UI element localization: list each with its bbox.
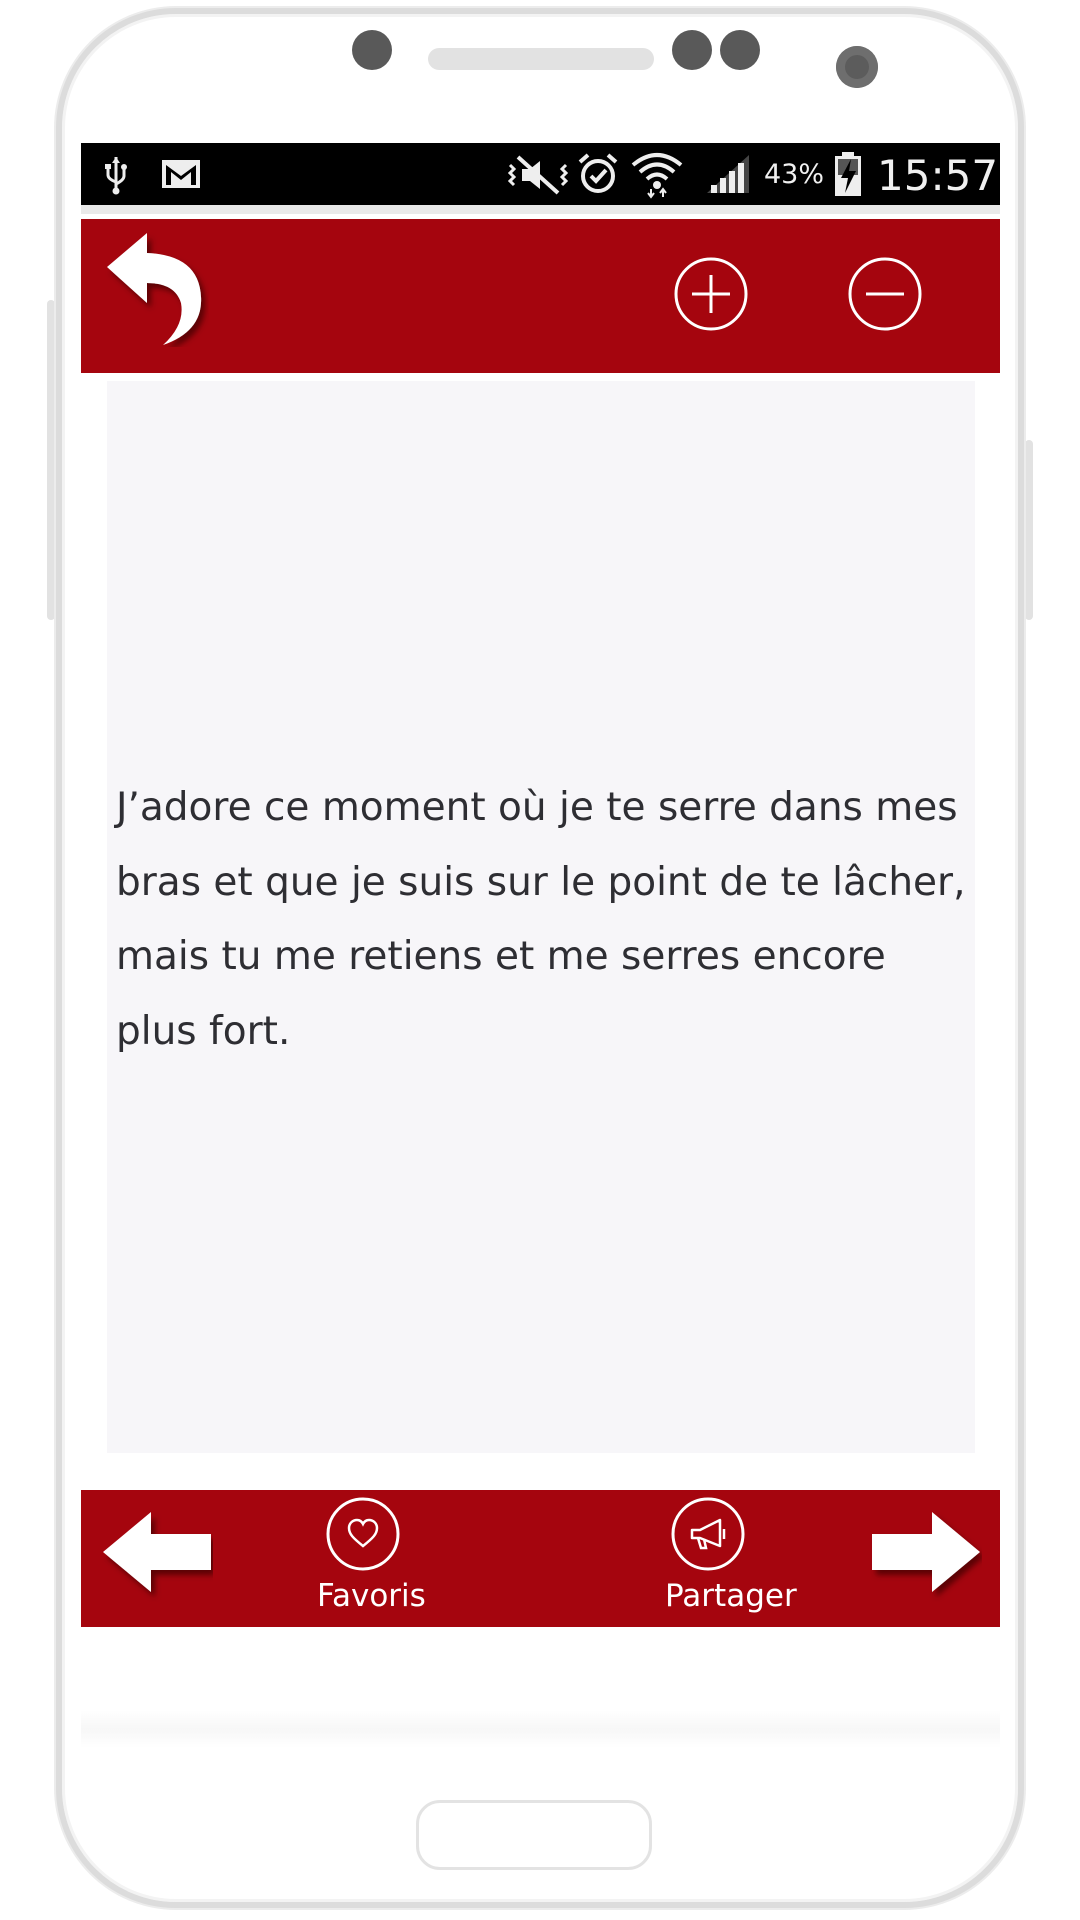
usb-icon — [103, 155, 129, 200]
mute-vibrate-icon — [507, 153, 569, 202]
bottom-toolbar: Favoris Partager — [81, 1490, 1000, 1627]
battery-percent: 43% — [764, 159, 825, 190]
next-arrow-icon — [870, 1512, 982, 1606]
zoom-out-button[interactable] — [845, 256, 925, 336]
ad-area — [81, 1710, 1000, 1748]
message-card: J’adore ce moment où je te serre dans me… — [107, 381, 975, 1453]
sensor-dot — [352, 30, 392, 70]
device-frame: 43% 15:57 J’adore ce moment où je te ser… — [0, 0, 1080, 1920]
favorites-label: Favoris — [317, 1578, 426, 1614]
sensor-dot — [672, 30, 712, 70]
gmail-icon — [161, 159, 201, 194]
share-label: Partager — [665, 1578, 797, 1614]
sensor-dot — [720, 30, 760, 70]
home-button — [416, 1800, 652, 1870]
front-camera — [836, 46, 878, 88]
wifi-icon — [631, 149, 683, 204]
back-arrow-icon — [99, 227, 209, 352]
zoom-in-button[interactable] — [671, 256, 751, 336]
signal-icon — [705, 153, 751, 200]
earpiece-speaker — [428, 48, 654, 70]
megaphone-icon — [670, 1496, 746, 1577]
zoom-out-icon — [846, 255, 924, 338]
next-button[interactable] — [870, 1508, 982, 1602]
previous-button[interactable] — [101, 1508, 213, 1602]
status-bar: 43% 15:57 — [81, 143, 1000, 205]
top-toolbar — [81, 219, 1000, 373]
message-text: J’adore ce moment où je te serre dans me… — [116, 785, 966, 1054]
volume-button — [47, 300, 55, 620]
share-button[interactable]: Partager — [665, 1496, 815, 1624]
zoom-in-icon — [672, 255, 750, 338]
status-divider — [81, 205, 1000, 214]
battery-charging-icon — [833, 151, 863, 202]
favorites-button[interactable]: Favoris — [317, 1496, 447, 1624]
heart-icon — [325, 1496, 401, 1577]
previous-arrow-icon — [101, 1512, 213, 1606]
back-button[interactable] — [99, 229, 209, 349]
screen: 43% 15:57 J’adore ce moment où je te ser… — [81, 143, 1000, 1748]
alarm-icon — [576, 152, 620, 201]
power-button — [1025, 440, 1033, 620]
status-time: 15:57 — [877, 151, 999, 200]
